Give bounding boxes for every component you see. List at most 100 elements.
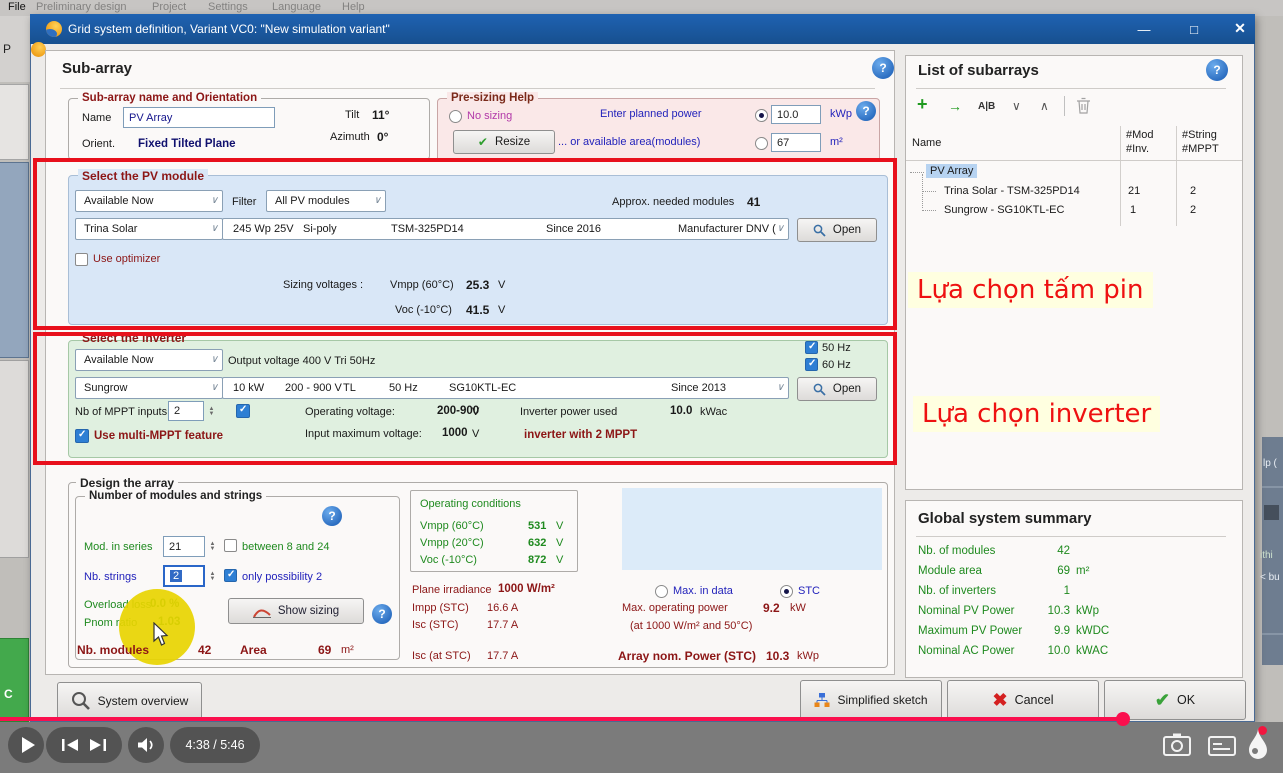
system-overview-button[interactable]: System overview: [57, 682, 202, 720]
summary-row-label: Nominal AC Power: [918, 645, 1015, 657]
move-down-button[interactable]: ∨: [1012, 99, 1021, 113]
only-possibility-checkbox[interactable]: [224, 569, 237, 582]
subarrays-list-title: List of subarrays: [918, 62, 1039, 79]
tree-cell-mod: 1: [1130, 204, 1137, 216]
op-row-unit: V: [556, 520, 564, 532]
maximize-button[interactable]: □: [1180, 19, 1208, 39]
time-display: 4:38 / 5:46: [170, 727, 260, 763]
menu-item-fragment: Project: [152, 1, 187, 13]
stc-radio[interactable]: [780, 585, 793, 598]
max-operating-power-unit: kW: [790, 602, 806, 614]
show-sizing-button[interactable]: Show sizing: [228, 598, 364, 624]
op-row-label: Voc (-10°C): [420, 554, 477, 566]
nb-strings-label: Nb. strings: [84, 571, 137, 583]
subarray-heading: Sub-array: [62, 60, 133, 77]
op-row-unit: V: [556, 537, 564, 549]
notes-button[interactable]: [1208, 736, 1236, 756]
annotation-box-inverter: [33, 332, 897, 465]
menu-item-fragment: Help: [342, 1, 365, 13]
resize-button[interactable]: ✔ Resize: [453, 130, 555, 154]
previous-button[interactable]: [61, 738, 79, 752]
impp-label: Impp (STC): [412, 602, 469, 614]
available-area-unit: m²: [830, 136, 843, 148]
summary-row-unit: m²: [1076, 565, 1090, 577]
available-area-label: ... or available area(modules): [558, 136, 701, 148]
mod-in-series-input[interactable]: 21: [163, 536, 205, 557]
help-icon-modules[interactable]: ?: [322, 506, 342, 526]
isc-at-stc-value: 17.7 A: [487, 650, 519, 662]
speaker-icon: [138, 738, 153, 752]
plane-irradiance-label: Plane irradiance: [412, 584, 492, 596]
next-button[interactable]: [89, 738, 107, 752]
simplified-sketch-button[interactable]: Simplified sketch: [800, 680, 942, 720]
tilt-value: 11°: [372, 108, 390, 122]
summary-row-label: Nominal PV Power: [918, 605, 1015, 617]
nb-strings-spinner[interactable]: ▲ ▼: [206, 566, 219, 587]
modules-strings-legend: Number of modules and strings: [85, 490, 267, 502]
summary-row-value: 9.9: [1054, 625, 1070, 637]
between-checkbox[interactable]: [224, 539, 237, 552]
menu-item-file[interactable]: File: [8, 1, 26, 13]
op-row-value: 531: [528, 520, 547, 532]
no-sizing-label: No sizing: [467, 110, 513, 122]
toolbar-separator: [1064, 96, 1065, 116]
available-area-input[interactable]: 67: [771, 133, 821, 152]
help-icon-sizing[interactable]: ?: [372, 604, 392, 624]
op-row-unit: V: [556, 554, 564, 566]
op-row-value: 632: [528, 537, 547, 549]
dialog-titlebar[interactable]: Grid system definition, Variant VC0: "Ne…: [30, 14, 1255, 44]
move-up-button[interactable]: ∧: [1040, 99, 1049, 113]
nb-modules-value: 42: [198, 643, 212, 657]
summary-row-unit: kWDC: [1076, 625, 1110, 637]
array-nom-power-unit: kWp: [797, 650, 819, 662]
nb-strings-input[interactable]: 2: [163, 565, 205, 587]
mod-in-series-spinner[interactable]: ▲ ▼: [206, 536, 219, 557]
available-area-radio[interactable]: [755, 137, 768, 150]
background-logo-icon: [31, 42, 46, 57]
close-button[interactable]: ✕: [1226, 18, 1254, 38]
help-icon-presizing[interactable]: ?: [856, 101, 876, 121]
progress-scrubber[interactable]: [1116, 712, 1130, 726]
move-subarray-button[interactable]: →: [948, 98, 962, 114]
name-label: Name: [82, 112, 112, 124]
tree-line: [910, 172, 924, 173]
tree-line: [922, 191, 936, 192]
array-nom-power-value: 10.3: [766, 649, 790, 663]
planned-power-radio[interactable]: [755, 109, 768, 122]
progress-bar[interactable]: [0, 717, 1123, 721]
planned-power-input[interactable]: 10.0: [771, 105, 821, 124]
cancel-button[interactable]: ✖ Cancel: [947, 680, 1099, 720]
tree-row-inverter[interactable]: Sungrow - SG10KTL-EC: [944, 204, 1064, 216]
no-sizing-radio[interactable]: [449, 110, 462, 123]
add-subarray-button[interactable]: +: [917, 94, 928, 115]
delete-subarray-button[interactable]: [1076, 97, 1091, 114]
isc-at-stc-label: Isc (at STC): [412, 650, 471, 662]
global-summary-title: Global system summary: [918, 510, 1092, 527]
help-icon-subarrays[interactable]: ?: [1206, 59, 1228, 81]
op-row-label: Vmpp (20°C): [420, 537, 484, 549]
subarray-name-input[interactable]: PV Array: [123, 107, 275, 128]
orient-value: Fixed Tilted Plane: [138, 138, 236, 150]
divider: [60, 88, 875, 89]
max-operating-power-note: (at 1000 W/m² and 50°C): [630, 620, 753, 632]
ok-check-icon: ✔: [1154, 689, 1171, 710]
volume-button[interactable]: [128, 727, 164, 763]
tree-cell-string: 2: [1190, 204, 1197, 216]
ink-drop-button[interactable]: [1246, 727, 1270, 761]
tree-row-module[interactable]: Trina Solar - TSM-325PD14: [944, 185, 1080, 197]
screenshot-button[interactable]: [1162, 732, 1192, 758]
divider: [916, 536, 1226, 537]
orient-label: Orient.: [82, 138, 116, 150]
planned-power-label: Enter planned power: [600, 108, 702, 120]
help-icon-subarray[interactable]: ?: [872, 57, 894, 79]
summary-row-label: Nb. of modules: [918, 545, 996, 557]
between-label: between 8 and 24: [242, 541, 330, 553]
rename-button[interactable]: A|B: [978, 101, 995, 112]
summary-row-unit: kWp: [1076, 605, 1099, 617]
minimize-button[interactable]: —: [1130, 19, 1158, 39]
play-button[interactable]: [8, 727, 44, 763]
divider: [916, 88, 1226, 89]
table-header-divider: [906, 160, 1242, 161]
tree-row-root[interactable]: PV Array: [926, 164, 978, 178]
max-in-data-radio[interactable]: [655, 585, 668, 598]
